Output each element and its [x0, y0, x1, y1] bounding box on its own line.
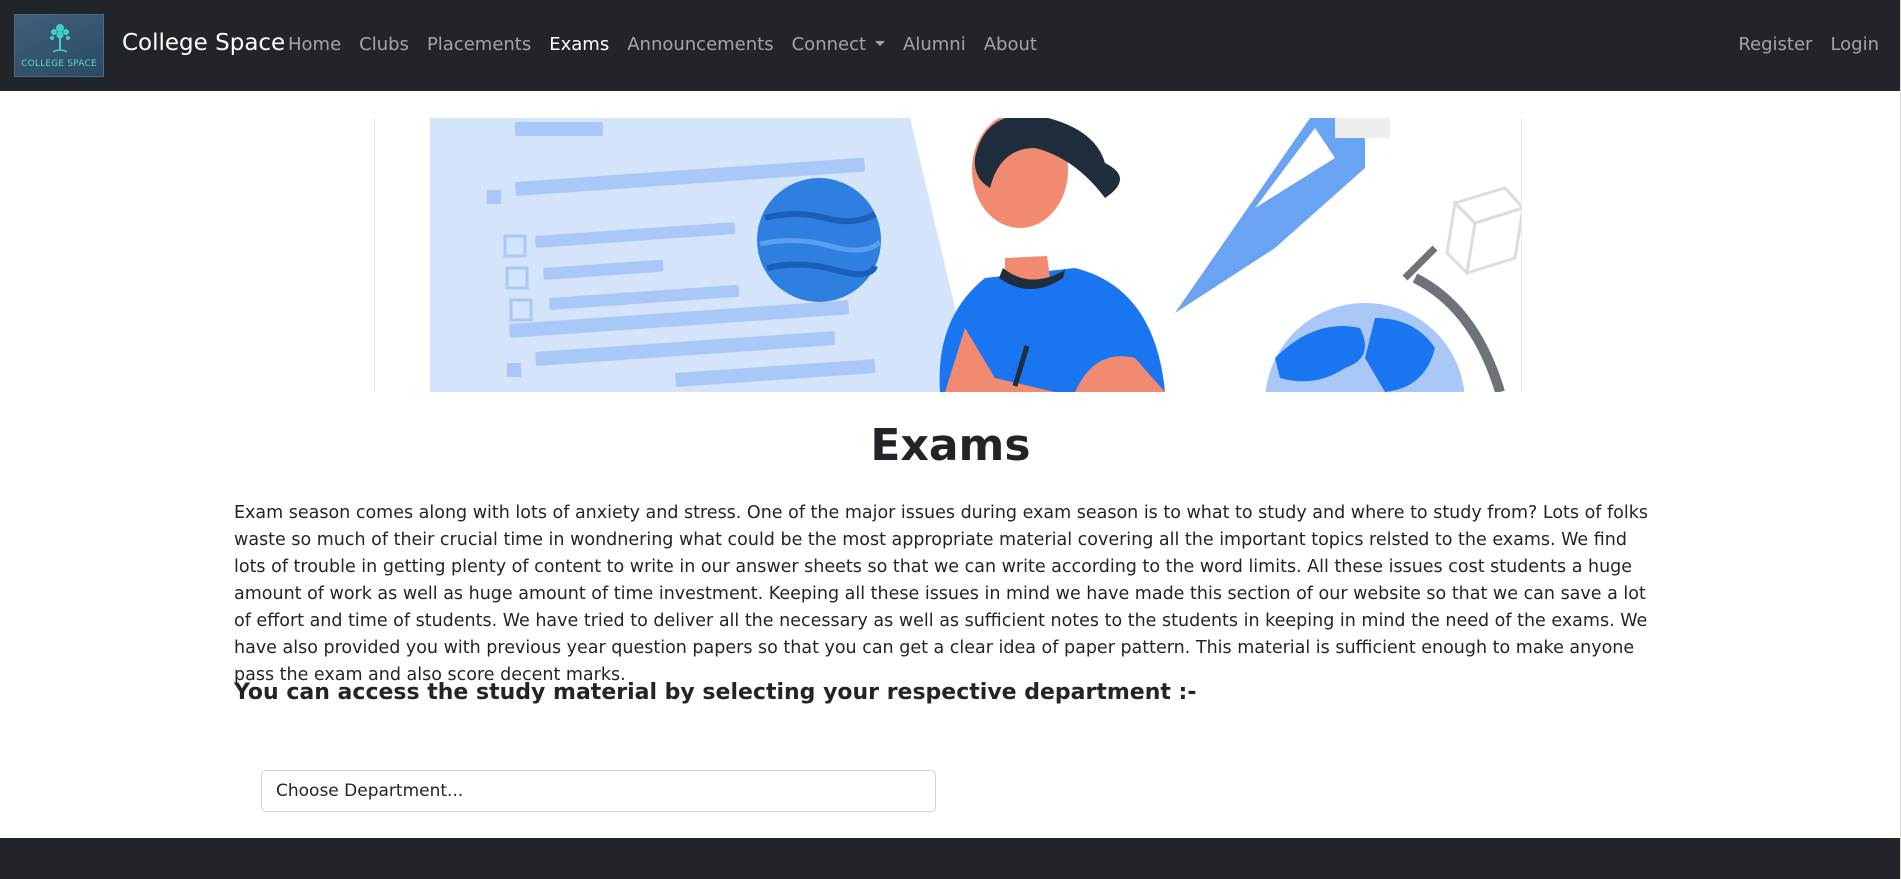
nav-links: Home Clubs Placements Exams Announcement… [288, 34, 1055, 55]
nav-placements[interactable]: Placements [427, 34, 531, 55]
footer [0, 838, 1901, 879]
tree-icon [50, 24, 70, 53]
page-title: Exams [870, 420, 1031, 471]
department-select[interactable]: Choose Department... [261, 770, 936, 812]
caret-down-icon [875, 41, 886, 46]
nav-about[interactable]: About [984, 34, 1037, 55]
nav-announcements[interactable]: Announcements [627, 34, 773, 55]
exams-intro-text: Exam season comes along with lots of anx… [234, 503, 1648, 685]
department-select-value: Choose Department... [276, 781, 464, 801]
register-link[interactable]: Register [1738, 34, 1812, 55]
triangle-ruler [1175, 118, 1365, 313]
nav-connect-dropdown[interactable]: Connect [791, 34, 886, 55]
login-link[interactable]: Login [1830, 34, 1879, 55]
brand-name[interactable]: College Space [122, 30, 285, 56]
nav-alumni[interactable]: Alumni [903, 34, 966, 55]
nav-connect-label: Connect [791, 34, 867, 55]
nav-auth-links: Register Login [1720, 34, 1879, 55]
college-space-logo[interactable]: COLLEGE SPACE [14, 14, 104, 77]
nav-exams[interactable]: Exams [549, 34, 609, 55]
logo-text: COLLEGE SPACE [21, 59, 97, 69]
nav-clubs[interactable]: Clubs [359, 34, 409, 55]
navbar: COLLEGE SPACE College Space Home Clubs P… [0, 0, 1901, 91]
cube [1445, 186, 1521, 277]
study-material-heading: You can access the study material by sel… [234, 680, 1197, 705]
hero-illustration [374, 118, 1522, 392]
exam-study-illustration [430, 118, 1521, 392]
nav-home[interactable]: Home [288, 34, 341, 55]
